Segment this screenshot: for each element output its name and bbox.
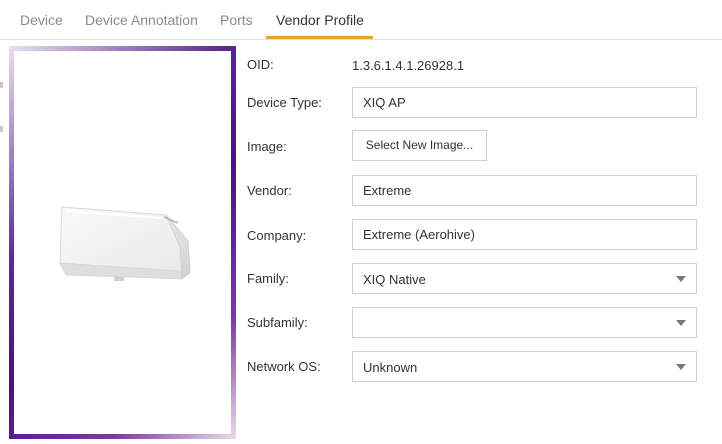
vendor-label: Vendor: xyxy=(247,183,292,198)
tab-bar: Device Device Annotation Ports Vendor Pr… xyxy=(0,0,722,40)
company-input[interactable] xyxy=(352,219,697,250)
vendor-input[interactable] xyxy=(352,175,697,206)
subfamily-select[interactable] xyxy=(352,307,697,338)
family-select-value: XIQ Native xyxy=(363,272,426,287)
tab-device[interactable]: Device xyxy=(20,12,63,28)
active-tab-indicator xyxy=(266,36,373,39)
image-label: Image: xyxy=(247,139,287,154)
device-type-input[interactable] xyxy=(352,87,697,118)
left-edge-marker xyxy=(0,126,3,132)
tab-vendor-profile[interactable]: Vendor Profile xyxy=(276,12,364,28)
subfamily-label: Subfamily: xyxy=(247,315,308,330)
chevron-down-icon xyxy=(676,276,686,282)
chevron-down-icon xyxy=(676,320,686,326)
network-os-select-value: Unknown xyxy=(363,360,418,375)
device-image-panel xyxy=(9,46,236,439)
chevron-down-icon xyxy=(676,364,686,370)
network-os-select[interactable]: Unknown xyxy=(352,351,697,382)
family-select[interactable]: XIQ Native xyxy=(352,263,697,294)
family-label: Family: xyxy=(247,271,289,286)
access-point-device-image xyxy=(59,206,191,281)
network-os-label: Network OS: xyxy=(247,359,321,374)
tab-ports[interactable]: Ports xyxy=(220,12,253,28)
oid-value: 1.3.6.1.4.1.26928.1 xyxy=(352,58,465,73)
tab-device-annotation[interactable]: Device Annotation xyxy=(85,12,198,28)
select-new-image-button[interactable]: Select New Image... xyxy=(352,130,487,161)
device-type-label: Device Type: xyxy=(247,95,322,110)
left-edge-marker xyxy=(0,82,3,88)
company-label: Company: xyxy=(247,228,307,243)
oid-label: OID: xyxy=(247,57,274,72)
